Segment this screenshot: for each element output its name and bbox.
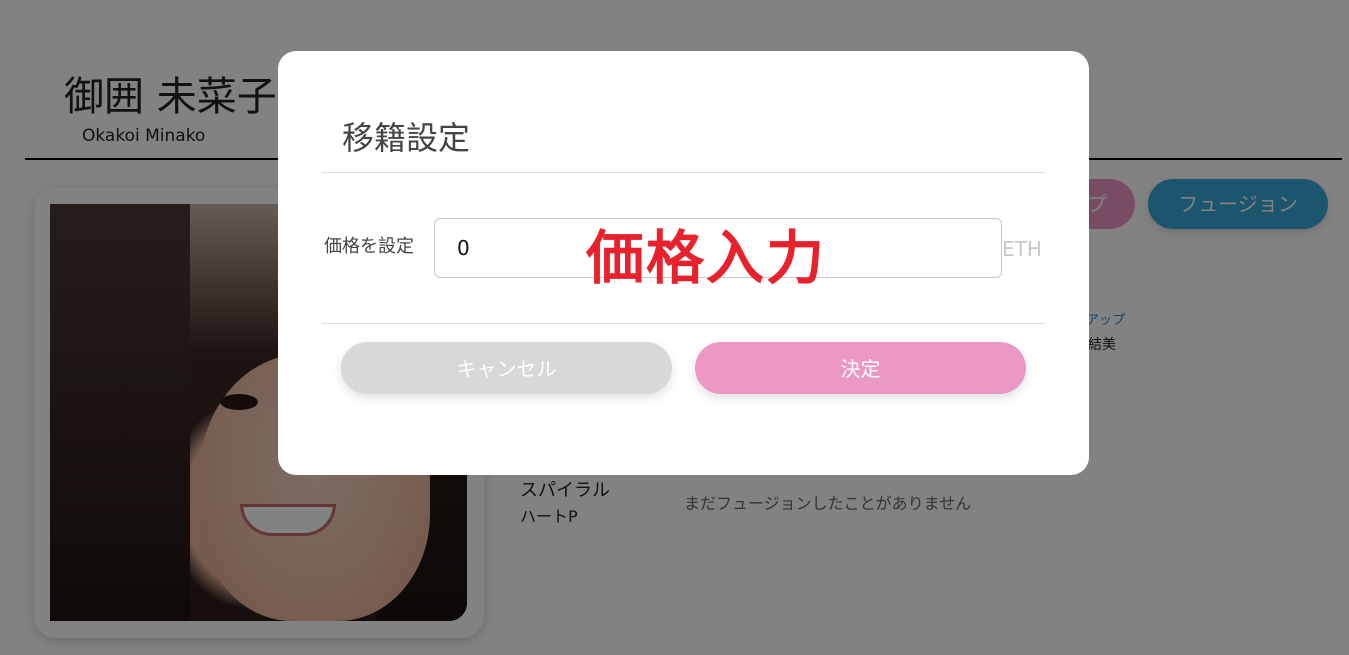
confirm-button[interactable]: 決定: [695, 342, 1026, 394]
modal-divider-bottom: [322, 323, 1045, 324]
price-input-caption: 価格入力: [586, 224, 827, 292]
modal-title: 移籍設定: [342, 119, 471, 157]
cancel-button[interactable]: キャンセル: [341, 342, 672, 394]
eth-unit: ETH: [1002, 237, 1042, 261]
transfer-settings-modal: 移籍設定 価格を設定 ETH 価格入力 キャンセル 決定: [278, 51, 1089, 475]
modal-divider-top: [322, 172, 1045, 173]
price-label: 価格を設定: [324, 236, 414, 257]
